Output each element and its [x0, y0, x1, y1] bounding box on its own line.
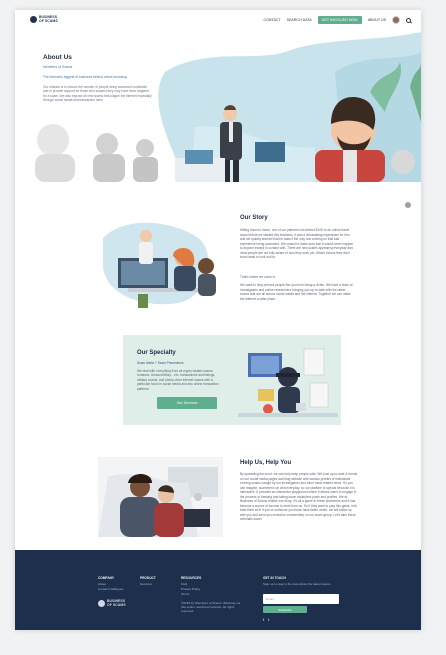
hero-tagline: The internet's biggest of business behin… [43, 75, 127, 79]
footer-touch-column: GET IN TOUCH Sign up to stay in the loop… [263, 576, 343, 587]
nav-about-link[interactable]: ABOUT US [368, 18, 386, 22]
footer-copyright: ©2023 by Members of Scams. Blocking our … [181, 601, 241, 613]
site-header: BUSINESS OF SCAMS CONTACT SEARCH DATA GE… [15, 10, 421, 32]
footer-logo-line2: OF SCAMS [107, 602, 126, 607]
logo-mark-icon [30, 16, 37, 24]
subscribe-button[interactable]: Subscribe [263, 606, 307, 613]
specialty-paragraph: We deal with everything from all crypto … [137, 369, 219, 391]
hero-section: About Us Members of Scams The internet's… [15, 32, 421, 182]
our-services-button[interactable]: Our Services [157, 397, 217, 409]
scroll-indicator[interactable] [405, 202, 411, 208]
story-title: Our Story [240, 215, 268, 221]
email-input[interactable]: Email [263, 594, 339, 604]
hero-illustration [35, 32, 421, 182]
help-title: Help Us, Help You [240, 460, 292, 466]
footer-link-terms[interactable]: Terms [181, 592, 241, 597]
footer-logo-mark-icon [98, 600, 105, 608]
site-logo[interactable]: BUSINESS OF SCAMS [30, 15, 58, 24]
twitter-icon[interactable]: t [268, 617, 269, 622]
hero-paragraph: Our mission is to reduce the number of p… [43, 85, 152, 103]
user-avatar[interactable] [392, 16, 400, 24]
footer-link-contact[interactable]: Contact Us/Report [98, 587, 123, 592]
help-paragraph: By spreading the word, we can help keep … [240, 472, 358, 521]
footer-company-heading: COMPANY [98, 576, 115, 580]
footer-touch-note: Sign up to stay in the loop about the la… [263, 582, 331, 586]
footer-company-column: COMPANY About Contact Us/Report [98, 576, 123, 592]
main-nav: CONTACT SEARCH DATA GET INVOLVED NOW ABO… [264, 16, 411, 24]
footer-logo[interactable]: BUSINESS OF SCAMS [98, 599, 126, 608]
page: BUSINESS OF SCAMS CONTACT SEARCH DATA GE… [15, 10, 421, 630]
footer-product-heading: PRODUCT [140, 576, 156, 580]
story-paragraph-2: That's where we come in. [240, 275, 277, 279]
site-footer: COMPANY About Contact Us/Report PRODUCT … [15, 550, 421, 630]
specialty-subtitle: Scam Alerts + Scam Preventions [137, 361, 184, 365]
nav-contact-link[interactable]: CONTACT [264, 18, 281, 22]
page-title: About Us [43, 54, 72, 61]
story-paragraph-1: Hitting down to home, one of our partner… [240, 228, 354, 259]
help-illustration [98, 457, 223, 537]
footer-resources-heading: RESOURCES [181, 576, 202, 580]
story-illustration [103, 222, 216, 308]
footer-product-column: PRODUCT Services [140, 576, 156, 587]
facebook-icon[interactable]: f [263, 617, 264, 622]
footer-link-services[interactable]: Services [140, 582, 156, 587]
search-icon[interactable] [406, 17, 411, 23]
hero-subtitle: Members of Scams [43, 65, 73, 69]
specialty-title: Our Specialty [137, 350, 176, 356]
specialty-illustration [238, 348, 338, 417]
logo-line2: OF SCAMS [39, 18, 58, 23]
nav-search-data-link[interactable]: SEARCH DATA [287, 18, 312, 22]
social-links: f t [263, 617, 269, 622]
nav-cta-button[interactable]: GET INVOLVED NOW [317, 16, 362, 24]
footer-resources-column: RESOURCES FAQ Privacy Policy Terms ©2023… [181, 576, 241, 613]
specialty-card: Our Specialty Scam Alerts + Scam Prevent… [123, 335, 341, 425]
footer-touch-heading: GET IN TOUCH [263, 576, 286, 580]
story-paragraph-3: We want to help prevent people like you … [240, 283, 353, 301]
